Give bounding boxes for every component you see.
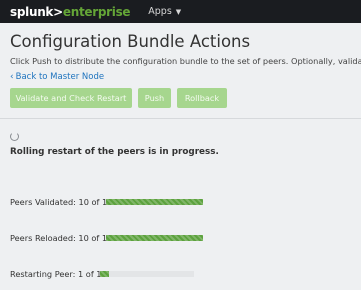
status-message: Rolling restart of the peers is in progr…	[10, 147, 219, 157]
push-button[interactable]: Push	[138, 88, 171, 108]
progress-label: Restarting Peer: 1 of 10	[10, 269, 107, 279]
progress-label: Peers Reloaded: 10 of 10	[10, 233, 113, 243]
progress-fill	[100, 271, 110, 277]
top-navigation-bar: splunk>enterprise Apps ▼	[0, 0, 361, 23]
progress-label: Peers Validated: 10 of 10	[10, 197, 113, 207]
rollback-button[interactable]: Rollback	[177, 88, 227, 108]
back-link-label: Back to Master Node	[15, 72, 105, 82]
section-divider	[0, 118, 361, 119]
page-description: Click Push to distribute the configurati…	[10, 56, 361, 66]
loading-spinner-icon	[10, 132, 19, 141]
progress-row-restarting-peer: Restarting Peer: 1 of 10	[10, 269, 194, 279]
progress-track	[106, 235, 203, 241]
action-buttons: Validate and Check Restart Push Rollback	[10, 88, 361, 108]
progress-row-peers-validated: Peers Validated: 10 of 10	[10, 197, 203, 207]
validate-and-check-restart-button[interactable]: Validate and Check Restart	[10, 88, 132, 108]
progress-track	[100, 271, 194, 277]
caret-down-icon: ▼	[175, 7, 182, 16]
progress-row-peers-reloaded: Peers Reloaded: 10 of 10	[10, 233, 203, 243]
splunk-logo[interactable]: splunk>enterprise	[10, 5, 131, 19]
apps-menu[interactable]: Apps ▼	[148, 6, 181, 17]
apps-menu-label: Apps	[148, 6, 172, 17]
chevron-left-icon: ‹	[10, 72, 14, 82]
progress-track	[106, 199, 203, 205]
page-title: Configuration Bundle Actions	[10, 32, 251, 51]
main-content: Configuration Bundle Actions Click Push …	[0, 23, 361, 157]
progress-fill	[106, 235, 203, 241]
back-to-master-node-link[interactable]: ‹ Back to Master Node	[10, 72, 361, 82]
progress-fill	[106, 199, 203, 205]
